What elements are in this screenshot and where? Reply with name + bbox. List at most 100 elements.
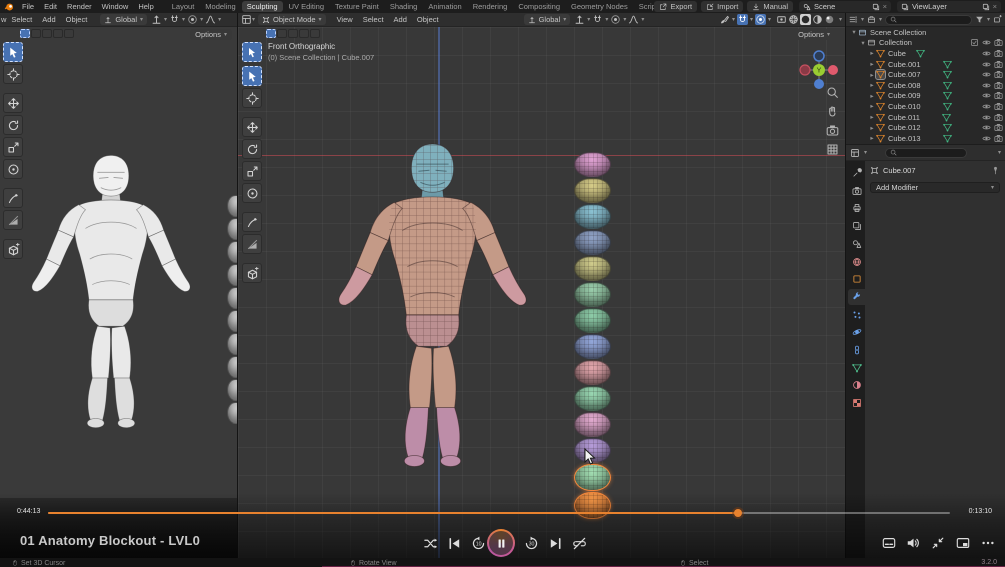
properties-tab-object[interactable] — [848, 271, 865, 287]
shrink-button[interactable] — [931, 536, 945, 550]
camera-visibility-icon[interactable] — [994, 91, 1003, 100]
hide-eye-icon[interactable] — [982, 102, 991, 111]
loop-off-button[interactable] — [572, 536, 587, 551]
stacked-cube-object[interactable] — [574, 360, 611, 385]
options-dropdown[interactable]: Options▾ — [190, 29, 232, 40]
hide-eye-icon[interactable] — [982, 81, 991, 90]
stacked-cube-object[interactable] — [574, 334, 611, 359]
ortho-grid-icon[interactable] — [826, 143, 839, 156]
stacked-cube-object[interactable] — [574, 178, 611, 203]
shading-solid-icon[interactable] — [800, 14, 811, 25]
display-mode-icon[interactable] — [849, 15, 858, 24]
outliner-search-input[interactable] — [885, 15, 972, 25]
editor-type-icon[interactable] — [850, 148, 860, 158]
add-cube-tool-button[interactable] — [3, 239, 23, 259]
add-cube-tool-button[interactable] — [242, 263, 262, 283]
stacked-cube-object[interactable] — [574, 152, 611, 177]
new-collection-icon[interactable] — [993, 15, 1002, 24]
select-mode-box-select[interactable] — [277, 29, 287, 38]
outliner-row[interactable]: ▸Cube.008 — [846, 80, 1005, 91]
annotate-tool-button[interactable] — [242, 212, 262, 232]
viewport-divider[interactable] — [237, 13, 238, 558]
properties-tab-physics[interactable] — [848, 324, 865, 340]
outliner-row[interactable]: ▸Cube.009 — [846, 91, 1005, 102]
measure-tool-button[interactable] — [242, 234, 262, 254]
proportional-icon[interactable] — [187, 14, 198, 25]
select-mode-circle-select[interactable] — [42, 29, 52, 38]
properties-tab-modifiers[interactable] — [848, 289, 865, 305]
disclosure-icon[interactable]: ▾ — [859, 39, 867, 47]
move-tool-button[interactable] — [3, 93, 23, 113]
shading-wireframe-icon[interactable] — [788, 14, 799, 25]
select-mode-tweak[interactable] — [266, 29, 276, 38]
more-button[interactable] — [981, 536, 995, 550]
measure-tool-button[interactable] — [3, 210, 23, 230]
proportional-icon[interactable] — [610, 14, 621, 25]
xray-toggle-icon[interactable] — [776, 14, 787, 25]
hide-eye-icon[interactable] — [982, 38, 991, 47]
select-tool-button[interactable] — [242, 66, 262, 86]
camera-visibility-icon[interactable] — [994, 49, 1003, 58]
rewind-10-button[interactable]: 10 — [471, 536, 486, 551]
camera-view-icon[interactable] — [826, 124, 839, 137]
shading-rendered-icon[interactable] — [824, 14, 835, 25]
transform-tool-button[interactable] — [3, 159, 23, 179]
orientation-icon[interactable] — [151, 14, 162, 25]
properties-tab-particles[interactable] — [848, 307, 865, 323]
hide-eye-icon[interactable] — [982, 134, 991, 143]
menu-edit[interactable]: Edit — [39, 2, 62, 11]
menu-add[interactable]: Add — [389, 15, 412, 24]
scale-tool-button[interactable] — [3, 137, 23, 157]
properties-tab-object-data[interactable] — [848, 360, 865, 376]
stacked-cube-object-selected[interactable] — [574, 492, 611, 519]
disclosure-icon[interactable]: ▸ — [868, 102, 876, 110]
copy-icon[interactable] — [872, 3, 880, 11]
captions-button[interactable] — [882, 536, 896, 550]
sculpt-figure-white[interactable] — [26, 150, 196, 431]
workspace-tab-geometry-nodes[interactable]: Geometry Nodes — [566, 1, 633, 12]
workspace-tab-texture-paint[interactable]: Texture Paint — [330, 1, 384, 12]
workspace-tab-animation[interactable]: Animation — [423, 1, 466, 12]
exclude-checkbox-icon[interactable] — [970, 38, 979, 47]
video-progress-bar[interactable] — [48, 512, 950, 514]
workspace-tab-compositing[interactable]: Compositing — [513, 1, 565, 12]
viewlayer-selector[interactable]: ViewLayer × — [897, 1, 1001, 12]
select-mode-circle-select[interactable] — [288, 29, 298, 38]
gizmo-z-down[interactable] — [814, 79, 824, 89]
falloff-icon[interactable] — [205, 14, 216, 25]
skip-next-button[interactable] — [548, 536, 563, 551]
scene-selector[interactable]: Scene × — [799, 1, 891, 12]
active-tool-badge[interactable] — [242, 42, 262, 62]
camera-visibility-icon[interactable] — [994, 102, 1003, 111]
manual-button[interactable]: Manual — [747, 1, 793, 12]
brush-icon[interactable] — [719, 14, 730, 25]
import-button[interactable]: Import — [701, 1, 743, 12]
properties-tab-material[interactable] — [848, 377, 865, 393]
gizmo-z-up[interactable] — [814, 51, 824, 61]
outliner-row[interactable]: ▸Cube — [846, 48, 1005, 59]
properties-tab-tool[interactable] — [848, 165, 865, 181]
properties-tab-constraints[interactable] — [848, 342, 865, 358]
stacked-cube-object-selected[interactable] — [574, 464, 611, 491]
outliner-row[interactable]: ▾Scene Collection — [846, 27, 1005, 38]
editor-type-icon[interactable] — [241, 14, 252, 25]
proportional-icon[interactable] — [755, 14, 766, 25]
outliner-row[interactable]: ▸Cube.001 — [846, 59, 1005, 70]
camera-visibility-icon[interactable] — [994, 81, 1003, 90]
workspace-tab-shading[interactable]: Shading — [385, 1, 423, 12]
select-mode-tweak[interactable] — [20, 29, 30, 38]
select-mode-paint-select[interactable] — [310, 29, 320, 38]
disclosure-icon[interactable]: ▾ — [850, 28, 858, 36]
stacked-cube-object[interactable] — [574, 308, 611, 333]
forward-30-button[interactable]: 30 — [524, 536, 539, 551]
disclosure-icon[interactable]: ▸ — [868, 71, 876, 79]
select-mode-lasso-select[interactable] — [299, 29, 309, 38]
menu-render[interactable]: Render — [62, 2, 97, 11]
orientation-dropdown[interactable]: Global▾ — [524, 14, 571, 25]
menu-file[interactable]: File — [17, 2, 39, 11]
outliner-row[interactable]: ▸Cube.012 — [846, 122, 1005, 133]
shuffle-button[interactable] — [423, 536, 438, 551]
camera-visibility-icon[interactable] — [994, 70, 1003, 79]
workspace-tab-modeling[interactable]: Modeling — [200, 1, 240, 12]
hide-eye-icon[interactable] — [982, 113, 991, 122]
